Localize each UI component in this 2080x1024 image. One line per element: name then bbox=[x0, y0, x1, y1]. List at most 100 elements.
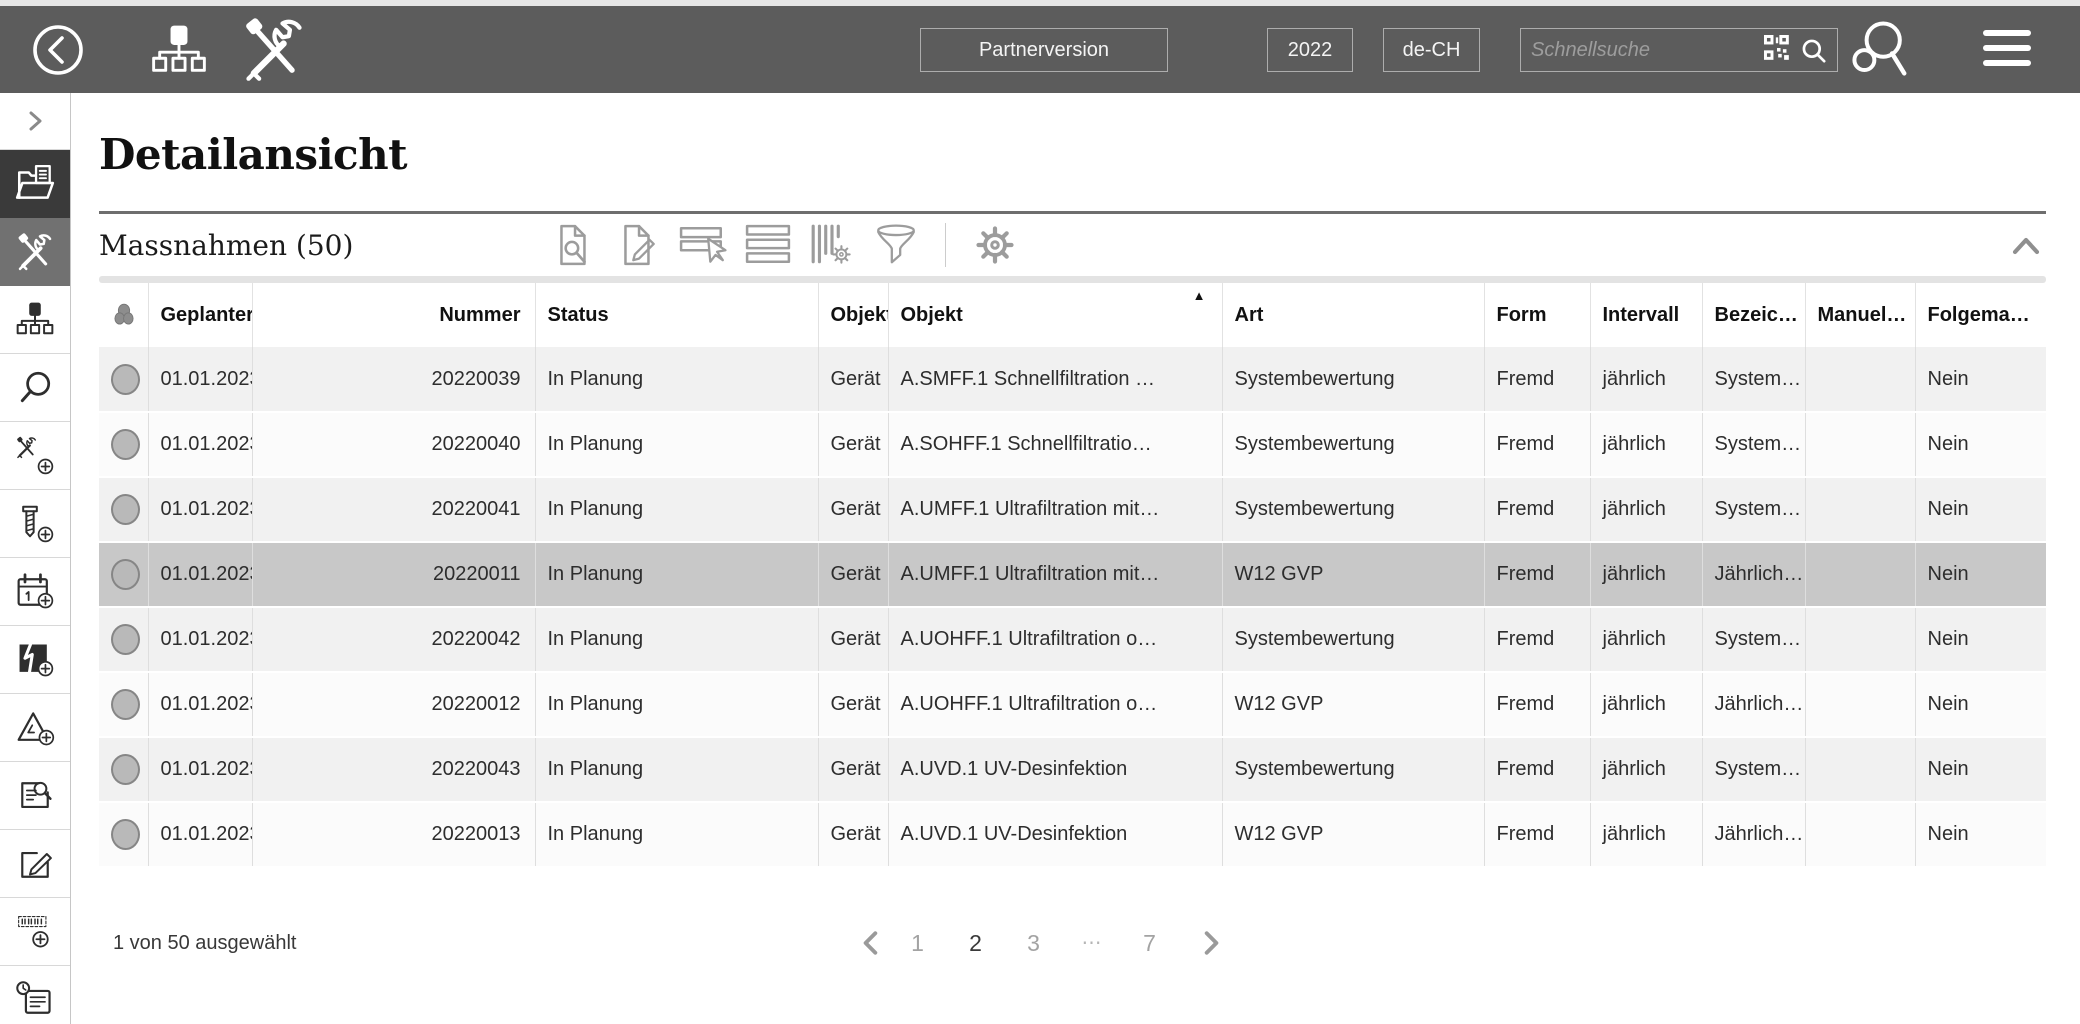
edit-document-icon[interactable] bbox=[615, 222, 661, 268]
sidebar-item-archive[interactable] bbox=[0, 150, 70, 218]
tools-icon[interactable] bbox=[240, 16, 308, 84]
qr-code-icon[interactable] bbox=[1764, 34, 1790, 66]
sidebar-item-maintenance[interactable] bbox=[0, 218, 70, 286]
cell-form: Fremd bbox=[1483, 412, 1590, 478]
cell-nummer: 20220012 bbox=[251, 672, 535, 738]
table-row[interactable]: 01.01.2023 … 20220012 In Planung Gerät A… bbox=[99, 672, 2046, 738]
column-header-intervall[interactable]: Intervall bbox=[1589, 283, 1702, 347]
filter-icon[interactable] bbox=[873, 222, 919, 268]
table-row[interactable]: 01.01.2023 … 20220041 In Planung Gerät A… bbox=[99, 477, 2046, 543]
hierarchy-icon[interactable] bbox=[150, 23, 208, 79]
rows-icon[interactable] bbox=[745, 222, 791, 268]
table-row[interactable]: 01.01.2023 … 20220040 In Planung Gerät A… bbox=[99, 412, 2046, 478]
search-icon[interactable] bbox=[1800, 37, 1827, 64]
row-status-circle[interactable] bbox=[111, 819, 140, 850]
cell-bezeichnung: Jährlich… bbox=[1701, 672, 1805, 738]
menu-icon[interactable] bbox=[1983, 30, 2031, 66]
table-body: 01.01.2023 … 20220039 In Planung Gerät A… bbox=[99, 347, 2046, 868]
column-header-bezeichnung[interactable]: Bezeic… bbox=[1701, 283, 1805, 347]
column-header-geplanter-termin[interactable]: Geplanter T… bbox=[147, 283, 252, 347]
section-header: Massnahmen (50) bbox=[99, 214, 2046, 276]
pagination-page-3[interactable]: 3 bbox=[1012, 930, 1056, 957]
sidebar-item-add-image[interactable] bbox=[0, 626, 70, 694]
sidebar-item-expand[interactable] bbox=[0, 93, 70, 150]
table-row[interactable]: 01.01.2023 … 20220039 In Planung Gerät A… bbox=[99, 347, 2046, 413]
column-header-manuell[interactable]: Manuel… bbox=[1804, 283, 1915, 347]
cell-folgemassnahme: Nein bbox=[1914, 802, 2046, 868]
column-header-art[interactable]: Art bbox=[1221, 283, 1484, 347]
sidebar-item-edit[interactable] bbox=[0, 830, 70, 898]
select-rows-icon[interactable] bbox=[679, 222, 727, 268]
table-row[interactable]: 01.01.2023 … 20220042 In Planung Gerät A… bbox=[99, 607, 2046, 673]
column-header-objekt[interactable]: Objekt ▲ bbox=[887, 283, 1222, 347]
back-button[interactable] bbox=[30, 22, 86, 78]
row-status-circle[interactable] bbox=[111, 689, 140, 720]
advanced-search-icon[interactable] bbox=[1850, 18, 1912, 80]
table-row[interactable]: 01.01.2023 … 20220043 In Planung Gerät A… bbox=[99, 737, 2046, 803]
column-header-status[interactable]: Status bbox=[534, 283, 818, 347]
year-button[interactable]: 2022 bbox=[1267, 28, 1353, 72]
clipboard-clock-icon bbox=[15, 980, 55, 1020]
cell-geplanter-termin: 01.01.2023 … bbox=[147, 802, 252, 868]
sidebar-item-inspection[interactable] bbox=[0, 762, 70, 830]
pagination-page-1[interactable]: 1 bbox=[896, 930, 940, 957]
sidebar-item-add-barcode[interactable] bbox=[0, 898, 70, 966]
partnerversion-button[interactable]: Partnerversion bbox=[920, 28, 1168, 72]
row-status-circle[interactable] bbox=[111, 363, 140, 395]
row-status-circle[interactable] bbox=[111, 559, 140, 590]
cell-form: Fremd bbox=[1483, 607, 1590, 673]
quick-search-box[interactable] bbox=[1520, 28, 1838, 72]
column-header-objektart[interactable]: Objektart bbox=[817, 283, 888, 347]
cell-objekt: A.UOHFF.1 Ultrafiltration o… bbox=[887, 607, 1222, 673]
cell-folgemassnahme: Nein bbox=[1914, 477, 2046, 543]
pagination-page-2[interactable]: 2 bbox=[954, 930, 998, 957]
cell-intervall: jährlich bbox=[1589, 737, 1702, 803]
next-page-icon[interactable] bbox=[1200, 929, 1222, 957]
cell-status: In Planung bbox=[534, 607, 818, 673]
cell-art: Systembewertung bbox=[1221, 607, 1484, 673]
table-footer: 1 von 50 ausgewählt 1 2 3 ⋯ 7 bbox=[99, 913, 2046, 973]
collapse-section-icon[interactable] bbox=[2006, 232, 2046, 258]
barcode-settings-icon[interactable] bbox=[809, 222, 855, 268]
cell-form: Fremd bbox=[1483, 802, 1590, 868]
cell-geplanter-termin: 01.01.2023 … bbox=[147, 347, 252, 413]
tools-icon bbox=[15, 232, 55, 272]
cell-manuell bbox=[1804, 672, 1915, 738]
horizontal-scrollbar[interactable] bbox=[99, 276, 2046, 283]
cell-status: In Planung bbox=[534, 477, 818, 543]
cell-intervall: jährlich bbox=[1589, 607, 1702, 673]
cell-bezeichnung: System… bbox=[1701, 477, 1805, 543]
pagination-page-7[interactable]: 7 bbox=[1128, 930, 1172, 957]
hierarchy-icon bbox=[15, 301, 55, 339]
sidebar-item-protocol[interactable] bbox=[0, 966, 70, 1024]
locale-button[interactable]: de-CH bbox=[1383, 28, 1480, 72]
row-status-circle[interactable] bbox=[111, 754, 140, 785]
cell-status: In Planung bbox=[534, 347, 818, 413]
search-input[interactable] bbox=[1531, 38, 1764, 62]
sidebar-item-add-incident[interactable] bbox=[0, 694, 70, 762]
column-header-folgemassnahme[interactable]: Folgema… bbox=[1914, 283, 2046, 347]
sidebar-item-add-maintenance[interactable] bbox=[0, 422, 70, 490]
settings-icon[interactable] bbox=[972, 222, 1018, 268]
row-status-circle[interactable] bbox=[111, 494, 140, 525]
cell-bezeichnung: Jährlich… bbox=[1701, 802, 1805, 868]
sidebar-item-add-component[interactable] bbox=[0, 490, 70, 558]
cell-intervall: jährlich bbox=[1589, 542, 1702, 608]
cell-folgemassnahme: Nein bbox=[1914, 542, 2046, 608]
cell-art: Systembewertung bbox=[1221, 347, 1484, 413]
view-document-icon[interactable] bbox=[551, 222, 597, 268]
column-header-nummer[interactable]: Nummer bbox=[251, 283, 535, 347]
column-header-form[interactable]: Form bbox=[1483, 283, 1590, 347]
selection-column-header[interactable] bbox=[99, 283, 148, 347]
cell-art: Systembewertung bbox=[1221, 737, 1484, 803]
row-status-circle[interactable] bbox=[111, 624, 140, 655]
table-row[interactable]: 01.01.2023 … 20220013 In Planung Gerät A… bbox=[99, 802, 2046, 868]
row-status-circle[interactable] bbox=[111, 429, 140, 460]
table-row[interactable]: 01.01.2023 … 20220011 In Planung Gerät A… bbox=[99, 542, 2046, 608]
cell-folgemassnahme: Nein bbox=[1914, 607, 2046, 673]
sidebar-item-search[interactable] bbox=[0, 354, 70, 422]
cell-geplanter-termin: 01.01.2023 … bbox=[147, 672, 252, 738]
sidebar-item-add-appointment[interactable] bbox=[0, 558, 70, 626]
previous-page-icon[interactable] bbox=[860, 929, 882, 957]
sidebar-item-structure[interactable] bbox=[0, 286, 70, 354]
